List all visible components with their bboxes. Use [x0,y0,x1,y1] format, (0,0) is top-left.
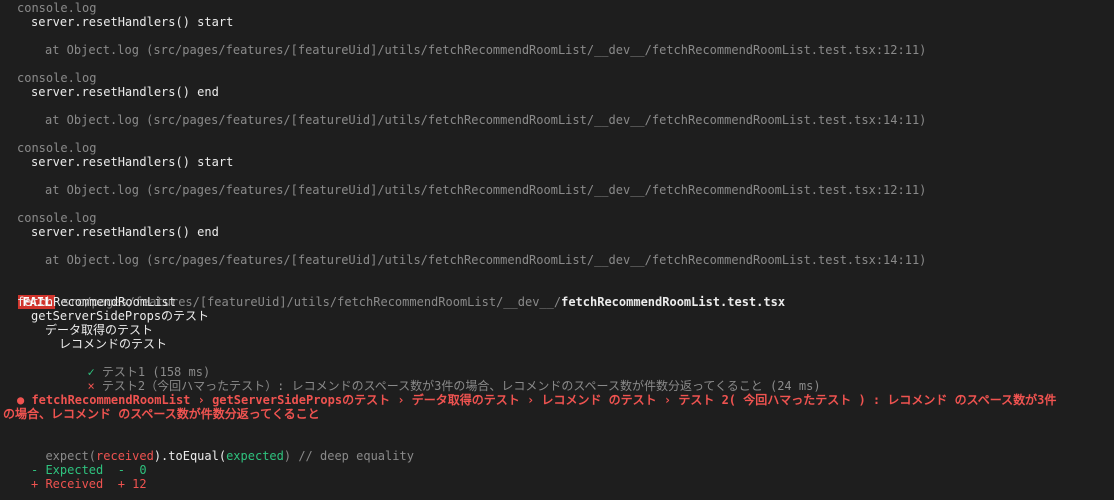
test-case-label: テスト2（今回ハマったテスト）: レコメンドのスペース数が3件の場合、レコメンド… [101,379,821,393]
failure-header: ● fetchRecommendRoomList › getServerSide… [17,393,1057,407]
console-log-location: at Object.log (src/pages/features/[featu… [45,183,927,197]
console-log-location: at Object.log (src/pages/features/[featu… [45,43,927,57]
console-log-message: server.resetHandlers() start [31,155,234,169]
assertion-expected: expected [226,449,284,463]
failure-header-continued: の場合、レコメンド のスペース数が件数分返ってくること [3,407,320,421]
assertion-comment: ) // deep equality [283,449,414,463]
test-case-passed: ✓ テスト1 (158 ms) [73,351,210,379]
cross-icon: × [87,379,95,393]
diff-expected-line: - Expected - 0 [31,463,147,477]
assertion-to-equal: ).toEqual( [153,449,227,463]
assertion-expect: expect( [45,449,97,463]
assertion-line: expect(received).toEqual(expected) // de… [31,435,413,463]
console-log-label: console.log [17,71,97,85]
console-log-label: console.log [17,1,97,15]
console-log-location: at Object.log (src/pages/features/[featu… [45,253,927,267]
console-log-location: at Object.log (src/pages/features/[featu… [45,113,927,127]
console-log-label: console.log [17,211,97,225]
assertion-received: received [96,449,154,463]
diff-received-line: + Received + 12 [31,477,147,491]
test-file-name: fetchRecommendRoomList.test.tsx [561,295,786,309]
suite-name: fetchRecommendRoomList [17,295,176,309]
describe-recommend: レコメンドのテスト [59,337,168,351]
console-log-message: server.resetHandlers() end [31,85,219,99]
test-case-failed: × テスト2（今回ハマったテスト）: レコメンドのスペース数が3件の場合、レコメ… [73,365,820,393]
describe-get-server-side-props: getServerSidePropsのテスト [31,309,210,323]
console-log-message: server.resetHandlers() start [31,15,234,29]
test-result-line: FAIL src/pages/features/[featureUid]/uti… [0,281,785,309]
console-log-label: console.log [17,141,97,155]
describe-data-fetch: データ取得のテスト [45,323,154,337]
console-log-message: server.resetHandlers() end [31,225,219,239]
